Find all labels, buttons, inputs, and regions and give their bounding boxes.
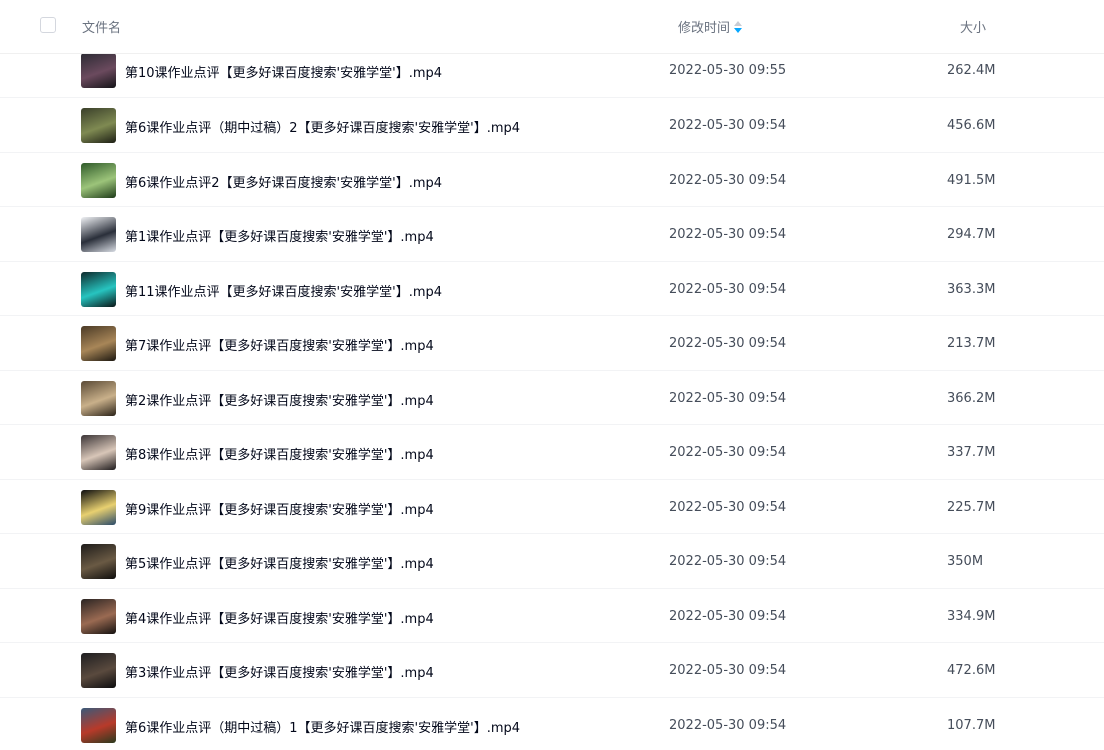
file-size: 334.9M bbox=[947, 608, 996, 624]
file-size: 350M bbox=[947, 554, 984, 569]
file-size: 472.6M bbox=[947, 663, 996, 678]
file-row[interactable]: 第5课作业点评【更多好课百度搜索'安雅学堂'】.mp4 2022-05-30 09… bbox=[0, 534, 1104, 589]
file-list-page: 文件名 修改时间 大小 第10课作业点评【更多好课百度搜索'安雅学堂'】.mp4… bbox=[0, 0, 1104, 750]
file-name[interactable]: 第10课作业点评【更多好课百度搜索'安雅学堂'】.mp4 bbox=[125, 62, 442, 81]
video-thumbnail[interactable] bbox=[81, 326, 116, 361]
file-name[interactable]: 第8课作业点评【更多好课百度搜索'安雅学堂'】.mp4 bbox=[125, 444, 434, 463]
file-modified-time: 2022-05-30 09:54 bbox=[669, 172, 787, 188]
file-size: 225.7M bbox=[947, 499, 996, 515]
file-size: 337.7M bbox=[947, 445, 996, 460]
file-modified-time: 2022-05-30 09:54 bbox=[669, 390, 787, 406]
file-modified-time: 2022-05-30 09:55 bbox=[669, 63, 787, 78]
file-row[interactable]: 第2课作业点评【更多好课百度搜索'安雅学堂'】.mp4 2022-05-30 09… bbox=[0, 371, 1104, 425]
file-modified-time: 2022-05-30 09:54 bbox=[669, 499, 787, 515]
video-thumbnail[interactable] bbox=[81, 217, 116, 252]
file-row[interactable]: 第6课作业点评2【更多好课百度搜索'安雅学堂'】.mp4 2022-05-30 0… bbox=[0, 153, 1104, 207]
file-size: 107.7M bbox=[947, 717, 996, 733]
file-size: 262.4M bbox=[947, 63, 996, 78]
file-modified-time: 2022-05-30 09:54 bbox=[669, 227, 787, 242]
file-size: 363.3M bbox=[947, 281, 996, 297]
file-size: 456.6M bbox=[947, 118, 996, 133]
file-modified-time: 2022-05-30 09:54 bbox=[669, 336, 787, 351]
video-thumbnail[interactable] bbox=[81, 380, 116, 416]
video-thumbnail[interactable] bbox=[81, 53, 116, 88]
column-header-modified-time[interactable]: 修改时间 bbox=[678, 17, 743, 36]
file-row[interactable]: 第3课作业点评【更多好课百度搜索'安雅学堂'】.mp4 2022-05-30 09… bbox=[0, 643, 1104, 698]
video-thumbnail[interactable] bbox=[81, 108, 116, 143]
column-header-modified-time-label: 修改时间 bbox=[678, 21, 731, 36]
file-list: 第10课作业点评【更多好课百度搜索'安雅学堂'】.mp4 2022-05-30 0… bbox=[0, 43, 1104, 750]
file-modified-time: 2022-05-30 09:54 bbox=[669, 445, 787, 460]
file-list-header: 文件名 修改时间 大小 bbox=[0, 0, 1104, 54]
video-thumbnail[interactable] bbox=[81, 544, 116, 579]
video-thumbnail[interactable] bbox=[81, 653, 116, 688]
column-header-size[interactable]: 大小 bbox=[960, 17, 986, 36]
file-modified-time: 2022-05-30 09:54 bbox=[669, 717, 787, 733]
file-name[interactable]: 第1课作业点评【更多好课百度搜索'安雅学堂'】.mp4 bbox=[125, 226, 434, 245]
video-thumbnail[interactable] bbox=[81, 271, 116, 307]
file-name[interactable]: 第5课作业点评【更多好课百度搜索'安雅学堂'】.mp4 bbox=[125, 553, 434, 572]
file-name[interactable]: 第6课作业点评2【更多好课百度搜索'安雅学堂'】.mp4 bbox=[125, 172, 442, 191]
file-name[interactable]: 第4课作业点评【更多好课百度搜索'安雅学堂'】.mp4 bbox=[125, 608, 434, 627]
sort-down-arrow-icon bbox=[734, 27, 743, 33]
file-modified-time: 2022-05-30 09:54 bbox=[669, 118, 787, 133]
file-row[interactable]: 第9课作业点评【更多好课百度搜索'安雅学堂'】.mp4 2022-05-30 09… bbox=[0, 480, 1104, 534]
file-modified-time: 2022-05-30 09:54 bbox=[669, 281, 787, 297]
video-thumbnail[interactable] bbox=[81, 162, 116, 198]
file-row[interactable]: 第6课作业点评（期中过稿）2【更多好课百度搜索'安雅学堂'】.mp4 2022-0… bbox=[0, 98, 1104, 153]
file-row[interactable]: 第6课作业点评（期中过稿）1【更多好课百度搜索'安雅学堂'】.mp4 2022-0… bbox=[0, 698, 1104, 750]
file-size: 213.7M bbox=[947, 336, 996, 351]
file-row[interactable]: 第11课作业点评【更多好课百度搜索'安雅学堂'】.mp4 2022-05-30 0… bbox=[0, 262, 1104, 316]
sort-descending-icon[interactable] bbox=[734, 20, 743, 33]
file-name[interactable]: 第6课作业点评（期中过稿）1【更多好课百度搜索'安雅学堂'】.mp4 bbox=[125, 717, 520, 736]
video-thumbnail[interactable] bbox=[81, 435, 116, 470]
column-header-name[interactable]: 文件名 bbox=[82, 17, 121, 36]
select-all-checkbox[interactable] bbox=[40, 17, 56, 33]
file-modified-time: 2022-05-30 09:54 bbox=[669, 554, 787, 569]
file-name[interactable]: 第7课作业点评【更多好课百度搜索'安雅学堂'】.mp4 bbox=[125, 335, 434, 354]
sort-up-arrow-icon bbox=[734, 20, 743, 26]
file-size: 294.7M bbox=[947, 227, 996, 242]
video-thumbnail[interactable] bbox=[81, 598, 116, 634]
file-size: 366.2M bbox=[947, 390, 996, 406]
video-thumbnail[interactable] bbox=[81, 489, 116, 525]
file-row[interactable]: 第1课作业点评【更多好课百度搜索'安雅学堂'】.mp4 2022-05-30 09… bbox=[0, 207, 1104, 262]
file-name[interactable]: 第9课作业点评【更多好课百度搜索'安雅学堂'】.mp4 bbox=[125, 499, 434, 518]
file-row[interactable]: 第4课作业点评【更多好课百度搜索'安雅学堂'】.mp4 2022-05-30 09… bbox=[0, 589, 1104, 643]
file-size: 491.5M bbox=[947, 172, 996, 188]
file-name[interactable]: 第6课作业点评（期中过稿）2【更多好课百度搜索'安雅学堂'】.mp4 bbox=[125, 117, 520, 136]
file-row[interactable]: 第7课作业点评【更多好课百度搜索'安雅学堂'】.mp4 2022-05-30 09… bbox=[0, 316, 1104, 371]
file-row[interactable]: 第8课作业点评【更多好课百度搜索'安雅学堂'】.mp4 2022-05-30 09… bbox=[0, 425, 1104, 480]
file-name[interactable]: 第3课作业点评【更多好课百度搜索'安雅学堂'】.mp4 bbox=[125, 662, 434, 681]
file-name[interactable]: 第11课作业点评【更多好课百度搜索'安雅学堂'】.mp4 bbox=[125, 281, 442, 300]
file-modified-time: 2022-05-30 09:54 bbox=[669, 663, 787, 678]
file-name[interactable]: 第2课作业点评【更多好课百度搜索'安雅学堂'】.mp4 bbox=[125, 390, 434, 409]
video-thumbnail[interactable] bbox=[81, 707, 116, 743]
file-modified-time: 2022-05-30 09:54 bbox=[669, 608, 787, 624]
